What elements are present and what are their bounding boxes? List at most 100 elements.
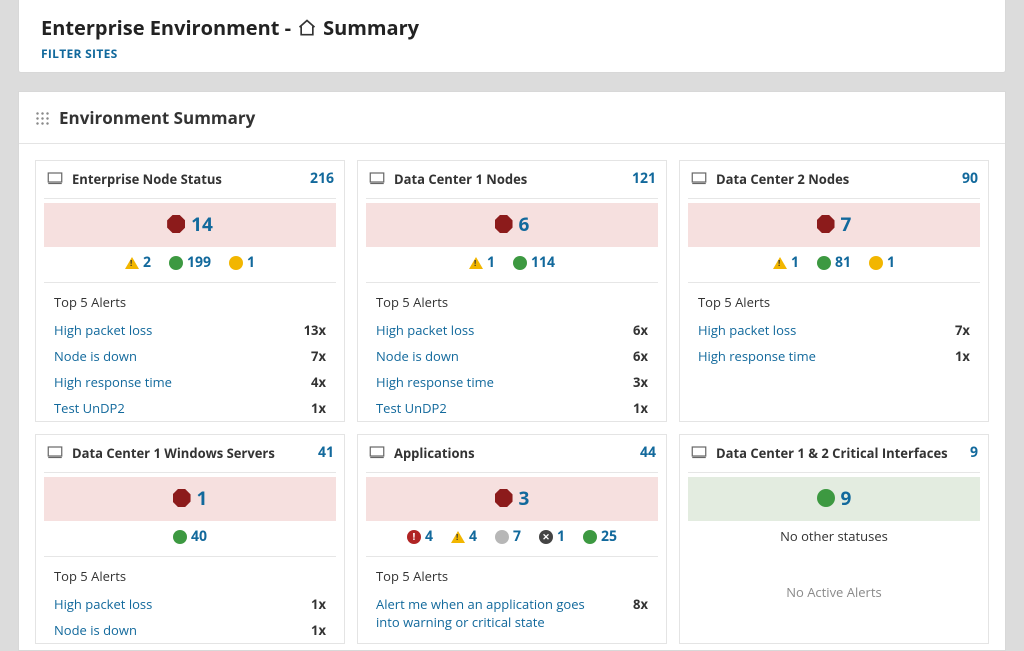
status-item[interactable]: 25 (583, 527, 617, 546)
alert-link[interactable]: High response time (376, 373, 494, 391)
card-total-link[interactable]: 9 (970, 443, 978, 462)
top-alerts-label: Top 5 Alerts (366, 556, 658, 591)
status-item[interactable]: 4 (451, 527, 477, 546)
error-icon (407, 530, 421, 544)
alert-count: 1x (633, 399, 648, 417)
node-icon (46, 170, 64, 188)
alert-row: High packet loss7x (680, 317, 988, 343)
no-active-alerts-label: No Active Alerts (680, 555, 988, 629)
drag-handle-icon[interactable] (35, 111, 49, 125)
status-row: 2 199 1 (125, 247, 255, 274)
ok-icon (173, 530, 187, 544)
status-row: 1811 (773, 247, 895, 274)
card-total-link[interactable]: 90 (962, 169, 978, 188)
status-item[interactable]: 1 (869, 253, 895, 272)
critical-icon (495, 215, 513, 233)
alert-row: Node is down 7x (36, 343, 344, 369)
status-item[interactable]: 4 (407, 527, 433, 546)
node-icon (368, 444, 386, 462)
no-other-statuses-label: No other statuses (780, 527, 888, 545)
top-alerts-label: Top 5 Alerts (44, 282, 336, 317)
alert-link[interactable]: High packet loss (54, 595, 152, 613)
alert-link[interactable]: Test UnDP2 (54, 399, 125, 417)
alert-row: Node is down1x (36, 617, 344, 643)
alert-link[interactable]: High response time (54, 373, 172, 391)
card-title: Data Center 1 Nodes (394, 170, 624, 188)
alert-link[interactable]: Test UnDP2 (376, 399, 447, 417)
alert-count: 13x (304, 321, 326, 339)
node-icon (368, 170, 386, 188)
status-item[interactable]: 1 (539, 527, 565, 546)
summary-card: Data Center 1 Nodes12161114Top 5 AlertsH… (351, 154, 673, 428)
alert-count: 4x (311, 373, 326, 391)
card-title: Data Center 1 & 2 Critical Interfaces (716, 444, 962, 462)
status-item[interactable]: 1 (773, 253, 799, 272)
status-item[interactable]: 81 (817, 253, 851, 272)
summary-card: Enterprise Node Status 216 14 2 199 1 Top 5 Al… (29, 154, 351, 428)
alert-row: Node is down6x (358, 343, 666, 369)
status-count: 4 (469, 527, 477, 546)
card-title: Applications (394, 444, 632, 462)
status-item[interactable]: 114 (513, 253, 555, 272)
alert-link[interactable]: Node is down (54, 621, 137, 639)
primary-status-count: 7 (841, 211, 852, 237)
primary-status-bar[interactable]: 6 (366, 203, 658, 247)
card-total-link[interactable]: 41 (318, 443, 334, 462)
alert-row: High packet loss 1x (36, 591, 344, 617)
card-title: Data Center 1 Windows Servers (72, 444, 310, 462)
node-icon (46, 444, 64, 462)
status-item[interactable]: 199 (169, 253, 211, 272)
primary-status-bar[interactable]: 9 (688, 477, 980, 521)
alert-row: Test UnDP2 1x (358, 395, 666, 421)
alert-count: 6x (633, 321, 648, 339)
top-alerts-label: Top 5 Alerts (688, 282, 980, 317)
home-icon (297, 18, 317, 38)
filter-sites-link[interactable]: FILTER SITES (41, 45, 983, 62)
summary-card-grid: Enterprise Node Status2161421991Top 5 Al… (19, 144, 1005, 650)
environment-summary-panel: Environment Summary Enterprise Node Stat… (18, 91, 1006, 651)
alert-count: 7x (311, 347, 326, 365)
card-header: Applications 44 (358, 435, 666, 468)
alert-link[interactable]: Node is down (376, 347, 459, 365)
status-bar: 14 2 199 1 (44, 198, 336, 274)
status-count: 1 (557, 527, 565, 546)
alert-link[interactable]: High packet loss (54, 321, 152, 339)
status-item[interactable]: 2 (125, 253, 151, 272)
summary-card: Data Center 2 Nodes9071811Top 5 AlertsHi… (673, 154, 995, 428)
warning-icon (451, 531, 465, 543)
alert-link[interactable]: Alert me when an application goes into w… (376, 595, 606, 631)
primary-status-bar[interactable]: 1 (44, 477, 336, 521)
status-item[interactable]: 40 (173, 527, 207, 546)
card-total-link[interactable]: 44 (640, 443, 656, 462)
status-item[interactable]: 1 (229, 253, 255, 272)
summary-card: Data Center 1 & 2 Critical Interfaces 9 9 N… (673, 428, 995, 650)
primary-status-bar[interactable]: 3 (366, 477, 658, 521)
primary-status-count: 6 (519, 211, 530, 237)
summary-card: Data Center 1 Windows Servers41140Top 5 … (29, 428, 351, 650)
primary-status-bar[interactable]: 14 (44, 203, 336, 247)
alert-link[interactable]: High response time (698, 347, 816, 365)
card-total-link[interactable]: 216 (310, 169, 334, 188)
status-bar: 6 1 114 (366, 198, 658, 274)
alert-link[interactable]: Node is down (54, 347, 137, 365)
primary-status-count: 14 (191, 211, 213, 237)
warning-icon (773, 257, 787, 269)
alert-count: 1x (311, 595, 326, 613)
status-count: 199 (187, 253, 211, 272)
card-total-link[interactable]: 121 (632, 169, 656, 188)
primary-status-count: 1 (197, 485, 208, 511)
ok-icon (513, 256, 527, 270)
status-item[interactable]: 1 (469, 253, 495, 272)
warning-icon (125, 257, 139, 269)
status-bar: 9 No other statuses (688, 472, 980, 547)
status-bar: 1 40 (44, 472, 336, 548)
card-header: Data Center 1 & 2 Critical Interfaces 9 (680, 435, 988, 468)
status-item[interactable]: 7 (495, 527, 521, 546)
alert-link[interactable]: High packet loss (376, 321, 474, 339)
summary-card: Applications443447125Top 5 AlertsAlert m… (351, 428, 673, 650)
primary-status-bar[interactable]: 7 (688, 203, 980, 247)
status-count: 7 (513, 527, 521, 546)
alert-link[interactable]: High packet loss (698, 321, 796, 339)
alert-row: High response time 4x (36, 369, 344, 395)
card-title: Enterprise Node Status (72, 170, 302, 188)
